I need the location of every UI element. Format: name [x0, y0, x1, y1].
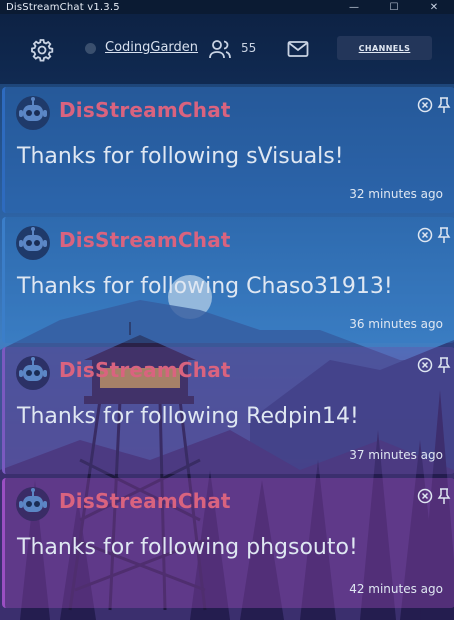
pin-icon[interactable] [437, 488, 451, 504]
window-titlebar: DisStreamChat v1.3.5 — ☐ ✕ [0, 0, 454, 14]
close-icon[interactable] [417, 97, 433, 113]
message-timestamp: 37 minutes ago [349, 448, 443, 462]
minimize-button[interactable]: — [334, 0, 374, 14]
chat-message: DisStreamChat Thanks for following phgso… [2, 478, 454, 608]
message-sender: DisStreamChat [59, 98, 231, 122]
message-sender: DisStreamChat [59, 358, 231, 382]
close-icon[interactable] [417, 488, 433, 504]
channels-button[interactable]: CHANNELS [337, 36, 432, 60]
window-title: DisStreamChat v1.3.5 [6, 1, 120, 13]
pin-icon[interactable] [437, 97, 451, 113]
channel-link[interactable]: CodingGarden [105, 40, 198, 55]
message-text: Thanks for following Redpin14! [17, 404, 359, 429]
close-icon[interactable] [417, 227, 433, 243]
live-status-dot [85, 43, 96, 54]
pin-icon[interactable] [437, 227, 451, 243]
robot-avatar-icon [16, 487, 50, 521]
close-window-button[interactable]: ✕ [414, 0, 454, 14]
viewers-icon [209, 40, 231, 59]
window-controls: — ☐ ✕ [334, 0, 454, 14]
close-icon[interactable] [417, 357, 433, 373]
mail-icon[interactable] [287, 40, 309, 58]
message-sender: DisStreamChat [59, 489, 231, 513]
maximize-button[interactable]: ☐ [374, 0, 414, 14]
chat-message: DisStreamChat Thanks for following Chaso… [2, 217, 454, 343]
app-header: CodingGarden 55 CHANNELS [0, 14, 454, 84]
message-text: Thanks for following Chaso31913! [17, 274, 393, 299]
gear-icon[interactable] [30, 38, 54, 62]
message-text: Thanks for following sVisuals! [17, 144, 344, 169]
chat-message: DisStreamChat Thanks for following Redpi… [2, 347, 454, 474]
message-timestamp: 42 minutes ago [349, 582, 443, 596]
pin-icon[interactable] [437, 357, 451, 373]
robot-avatar-icon [16, 356, 50, 390]
robot-avatar-icon [16, 226, 50, 260]
message-text: Thanks for following phgsouto! [17, 535, 358, 560]
message-sender: DisStreamChat [59, 228, 231, 252]
message-timestamp: 32 minutes ago [349, 187, 443, 201]
viewer-count: 55 [241, 41, 257, 55]
message-timestamp: 36 minutes ago [349, 317, 443, 331]
robot-avatar-icon [16, 96, 50, 130]
chat-message: DisStreamChat Thanks for following sVisu… [2, 87, 454, 213]
